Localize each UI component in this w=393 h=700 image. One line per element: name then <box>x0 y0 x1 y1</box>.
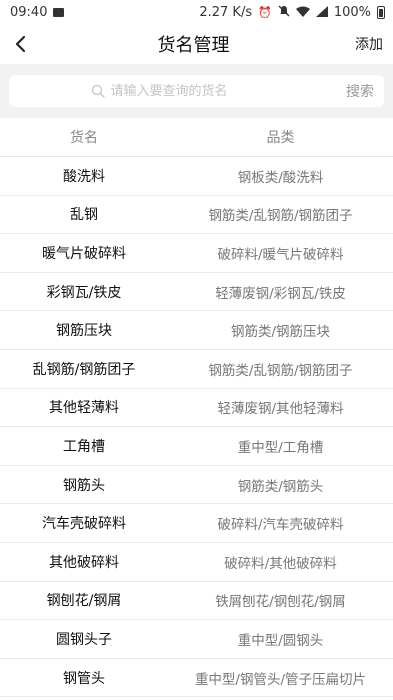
table-row[interactable]: 圆钢头子 重中型/圆钢头 <box>0 620 393 659</box>
goods-name: 钢筋头 <box>63 477 105 494</box>
goods-category: 钢板类/酸洗料 <box>237 169 324 186</box>
goods-name: 乱钢 <box>70 207 98 224</box>
goods-category: 重中型/圆钢头 <box>237 632 324 649</box>
table-row[interactable]: 乱钢 钢筋类/乱钢筋/钢筋团子 <box>0 196 393 235</box>
goods-list: 酸洗料 钢板类/酸洗料 乱钢 钢筋类/乱钢筋/钢筋团子 暖气片破碎料 破碎料/暖气片破… <box>0 157 393 698</box>
goods-name: 钢刨花/钢屑 <box>46 593 122 610</box>
search-icon <box>91 84 105 98</box>
goods-category: 钢筋类/钢筋压块 <box>230 324 331 341</box>
status-time: 09:40 <box>10 4 48 20</box>
table-row[interactable]: 汽车壳破碎料 破碎料/汽车壳破碎料 <box>0 504 393 543</box>
goods-category: 钢筋类/乱钢筋/钢筋团子 <box>208 208 353 225</box>
goods-name: 钢管头 <box>63 670 105 687</box>
page-title: 货名管理 <box>157 35 230 56</box>
goods-category: 破碎料/汽车壳破碎料 <box>217 517 344 534</box>
goods-category: 钢筋类/乱钢筋/钢筋团子 <box>208 362 353 379</box>
goods-name: 其他轻薄料 <box>49 400 119 417</box>
alarm-icon: ⏰ <box>258 5 272 19</box>
goods-category: 铁屑刨花/钢刨花/钢屑 <box>215 594 346 611</box>
table-row[interactable]: 其他轻薄料 轻薄废钢/其他轻薄料 <box>0 389 393 428</box>
goods-name: 工角槽 <box>63 438 105 455</box>
battery-percent: 100% <box>333 4 371 20</box>
table-row[interactable]: 彩钢瓦/铁皮 轻薄废钢/彩钢瓦/铁皮 <box>0 273 393 312</box>
search-box: 搜索 <box>9 75 384 107</box>
wifi-icon <box>295 6 310 19</box>
goods-name: 酸洗料 <box>63 168 105 185</box>
search-bar: 搜索 <box>0 64 393 118</box>
goods-name: 圆钢头子 <box>56 631 112 648</box>
goods-category: 重中型/钢管头/管子压扁切片 <box>194 671 367 688</box>
table-row[interactable]: 钢筋头 钢筋类/钢筋头 <box>0 466 393 505</box>
image-notification-icon <box>53 7 65 17</box>
goods-name: 钢筋压块 <box>56 323 112 340</box>
search-input[interactable] <box>108 82 243 100</box>
column-header-category: 品类 <box>266 130 295 146</box>
table-row[interactable]: 暖气片破碎料 破碎料/暖气片破碎料 <box>0 234 393 273</box>
goods-name: 乱钢筋/钢筋团子 <box>32 361 136 378</box>
app-header: 货名管理 添加 <box>0 24 393 64</box>
status-bar: 09:40 2.27 K/s ⏰ 100% <box>0 0 393 24</box>
goods-category: 钢筋类/钢筋头 <box>237 478 324 495</box>
chevron-left-icon <box>15 35 26 53</box>
table-row[interactable]: 其他破碎料 破碎料/其他破碎料 <box>0 543 393 582</box>
goods-category: 轻薄废钢/其他轻薄料 <box>217 401 344 418</box>
table-row[interactable]: 钢筋压块 钢筋类/钢筋压块 <box>0 311 393 350</box>
goods-name: 汽车壳破碎料 <box>42 516 126 533</box>
column-header-name: 货名 <box>70 130 98 146</box>
goods-category: 破碎料/其他破碎料 <box>224 555 337 572</box>
network-speed: 2.27 K/s <box>199 4 253 20</box>
table-header: 货名 品类 <box>0 118 393 157</box>
goods-category: 重中型/工角槽 <box>237 439 324 456</box>
table-row[interactable]: 钢刨花/钢屑 铁屑刨花/钢刨花/钢屑 <box>0 582 393 621</box>
table-row[interactable]: 乱钢筋/钢筋团子 钢筋类/乱钢筋/钢筋团子 <box>0 350 393 389</box>
goods-category: 破碎料/暖气片破碎料 <box>217 246 344 263</box>
table-row[interactable]: 钢管头 重中型/钢管头/管子压扁切片 <box>0 659 393 698</box>
battery-icon <box>377 5 385 19</box>
search-button[interactable]: 搜索 <box>346 81 374 101</box>
back-button[interactable] <box>8 32 32 56</box>
goods-name: 其他破碎料 <box>49 554 119 571</box>
goods-name: 彩钢瓦/铁皮 <box>46 284 122 301</box>
goods-name: 暖气片破碎料 <box>42 245 126 262</box>
mute-icon <box>278 5 290 19</box>
goods-category: 轻薄废钢/彩钢瓦/铁皮 <box>215 285 346 302</box>
signal-icon <box>315 5 328 19</box>
table-row[interactable]: 酸洗料 钢板类/酸洗料 <box>0 157 393 196</box>
table-row[interactable]: 工角槽 重中型/工角槽 <box>0 427 393 466</box>
add-button[interactable]: 添加 <box>355 34 383 54</box>
